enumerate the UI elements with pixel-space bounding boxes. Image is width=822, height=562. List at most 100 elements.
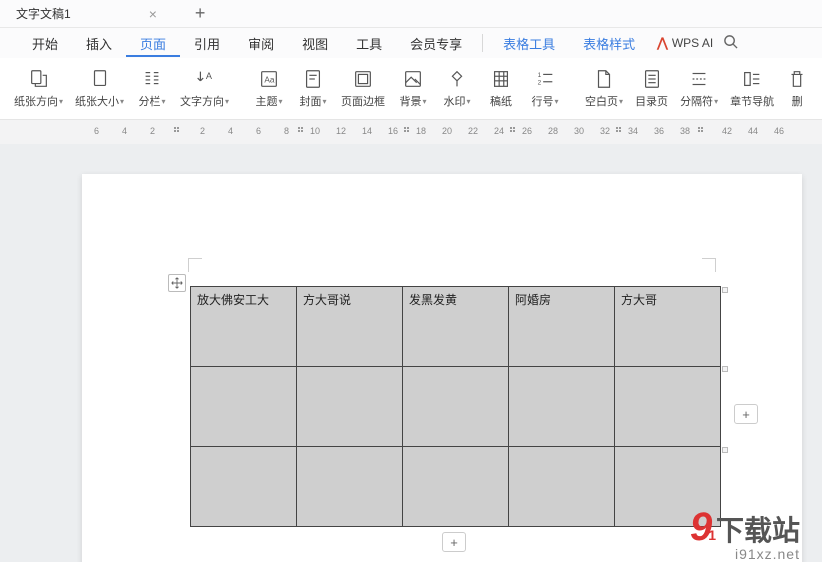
paper-orientation-button[interactable]: 纸张方向▾: [10, 66, 67, 111]
background-button[interactable]: 背景▾: [393, 66, 433, 111]
table-cell[interactable]: [403, 447, 509, 527]
table-cell[interactable]: [297, 367, 403, 447]
toolbar-group-page-setup: 纸张方向▾ 纸张大小▾ 分栏▾ A 文字方向▾: [4, 66, 239, 111]
menu-start[interactable]: 开始: [18, 30, 72, 57]
table-row[interactable]: 放大佛安工大 方大哥说 发黑发黄 阿婚房 方大哥: [191, 287, 721, 367]
blank-page-icon: [593, 68, 615, 90]
margin-corner-tl: [188, 258, 202, 272]
menu-page[interactable]: 页面: [126, 30, 180, 57]
ruler-area: 6 4 2 2 4 6 8 10 12 14 16 18 20 22 24 26…: [0, 120, 822, 144]
menu-member[interactable]: 会员专享: [396, 30, 476, 57]
paper-size-icon: [89, 68, 111, 90]
table-cell[interactable]: [297, 447, 403, 527]
text-direction-icon: A: [194, 68, 216, 90]
separator-icon: [688, 68, 710, 90]
ruler[interactable]: 6 4 2 2 4 6 8 10 12 14 16 18 20 22 24 26…: [82, 123, 822, 141]
cover-button[interactable]: 封面▾: [293, 66, 333, 111]
theme-button[interactable]: Aa 主题▾: [249, 66, 289, 111]
table-cell[interactable]: 方大哥说: [297, 287, 403, 367]
table-move-handle[interactable]: [168, 274, 186, 292]
background-icon: [402, 68, 424, 90]
paper-size-button[interactable]: 纸张大小▾: [71, 66, 128, 111]
theme-icon: Aa: [258, 68, 280, 90]
new-tab-button[interactable]: +: [187, 3, 214, 24]
columns-button[interactable]: 分栏▾: [132, 66, 172, 111]
blank-page-button[interactable]: 空白页▾: [581, 66, 627, 111]
table-resize-handle[interactable]: [722, 366, 728, 372]
table-cell[interactable]: [509, 447, 615, 527]
watermark: 9 1 下载站 i91xz.net: [690, 505, 800, 550]
table-cell[interactable]: 方大哥: [615, 287, 721, 367]
add-row-button[interactable]: +: [442, 532, 466, 552]
svg-text:1: 1: [538, 72, 542, 79]
chapter-nav-icon: [741, 68, 763, 90]
add-column-button[interactable]: +: [734, 404, 758, 424]
table-cell[interactable]: 阿婚房: [509, 287, 615, 367]
table-resize-handle[interactable]: [722, 447, 728, 453]
delete-button[interactable]: 删: [782, 66, 812, 111]
page-border-icon: [352, 68, 374, 90]
ribbon-toolbar: 纸张方向▾ 纸张大小▾ 分栏▾ A 文字方向▾ Aa 主题▾ 封面▾ 页面边框: [0, 58, 822, 120]
document-page[interactable]: 放大佛安工大 方大哥说 发黑发黄 阿婚房 方大哥: [82, 174, 802, 562]
ruler-marker-icon: [510, 127, 518, 135]
margin-corner-tr: [702, 258, 716, 272]
ruler-marker-icon: [616, 127, 624, 135]
draft-paper-button[interactable]: 稿纸: [481, 66, 521, 111]
watermark-url: i91xz.net: [735, 546, 800, 562]
delete-icon: [786, 68, 808, 90]
document-title: 文字文稿1: [16, 5, 71, 22]
wps-ai-label: WPS AI: [672, 36, 713, 50]
line-number-button[interactable]: 12 行号▾: [525, 66, 565, 111]
table-cell[interactable]: [615, 367, 721, 447]
watermark-icon: [446, 68, 468, 90]
search-icon[interactable]: [723, 34, 738, 52]
toolbar-group-design: Aa 主题▾ 封面▾ 页面边框 背景▾ 水印▾ 稿纸 12 行号▾: [243, 66, 571, 111]
svg-text:A: A: [205, 71, 212, 81]
cover-icon: [302, 68, 324, 90]
close-tab-icon[interactable]: ×: [149, 6, 157, 22]
menu-reference[interactable]: 引用: [180, 30, 234, 57]
svg-text:Aa: Aa: [264, 76, 275, 85]
toc-page-button[interactable]: 目录页: [631, 66, 672, 111]
ruler-marker-icon: [298, 127, 306, 135]
table-cell[interactable]: [191, 367, 297, 447]
table-cell[interactable]: [191, 447, 297, 527]
watermark-text: 下载站: [716, 509, 800, 549]
document-tab[interactable]: 文字文稿1 ×: [4, 1, 169, 26]
menu-table-style[interactable]: 表格样式: [569, 30, 649, 57]
tab-bar: 文字文稿1 × +: [0, 0, 822, 28]
ruler-origin-icon: [174, 127, 182, 135]
watermark-button[interactable]: 水印▾: [437, 66, 477, 111]
separator-button[interactable]: 分隔符▾: [676, 66, 722, 111]
draft-paper-icon: [490, 68, 512, 90]
table-row[interactable]: [191, 447, 721, 527]
menu-table-tools[interactable]: 表格工具: [489, 30, 569, 57]
ruler-marker-icon: [698, 127, 706, 135]
content-table[interactable]: 放大佛安工大 方大哥说 发黑发黄 阿婚房 方大哥: [190, 286, 721, 527]
chapter-nav-button[interactable]: 章节导航: [726, 66, 778, 111]
orientation-icon: [28, 68, 50, 90]
toc-page-icon: [641, 68, 663, 90]
text-direction-button[interactable]: A 文字方向▾: [176, 66, 233, 111]
document-canvas[interactable]: 放大佛安工大 方大哥说 发黑发黄 阿婚房 方大哥: [0, 144, 822, 562]
menu-divider: [482, 34, 483, 52]
table-resize-handle[interactable]: [722, 287, 728, 293]
page-border-button[interactable]: 页面边框: [337, 66, 389, 111]
table-cell[interactable]: [509, 367, 615, 447]
menu-bar: 开始 插入 页面 引用 审阅 视图 工具 会员专享 表格工具 表格样式 ⋀ WP…: [0, 28, 822, 58]
table-row[interactable]: [191, 367, 721, 447]
ruler-marker-icon: [404, 127, 412, 135]
menu-insert[interactable]: 插入: [72, 30, 126, 57]
table-cell[interactable]: [403, 367, 509, 447]
menu-review[interactable]: 审阅: [234, 30, 288, 57]
svg-text:2: 2: [538, 80, 542, 87]
wps-ai-button[interactable]: ⋀ WPS AI: [657, 35, 713, 51]
table-cell[interactable]: 发黑发黄: [403, 287, 509, 367]
menu-view[interactable]: 视图: [288, 30, 342, 57]
menu-tools[interactable]: 工具: [342, 30, 396, 57]
table-cell[interactable]: 放大佛安工大: [191, 287, 297, 367]
wps-ai-icon: ⋀: [657, 35, 668, 51]
line-number-icon: 12: [534, 68, 556, 90]
toolbar-group-sections: 空白页▾ 目录页 分隔符▾ 章节导航 删: [575, 66, 818, 111]
columns-icon: [141, 68, 163, 90]
